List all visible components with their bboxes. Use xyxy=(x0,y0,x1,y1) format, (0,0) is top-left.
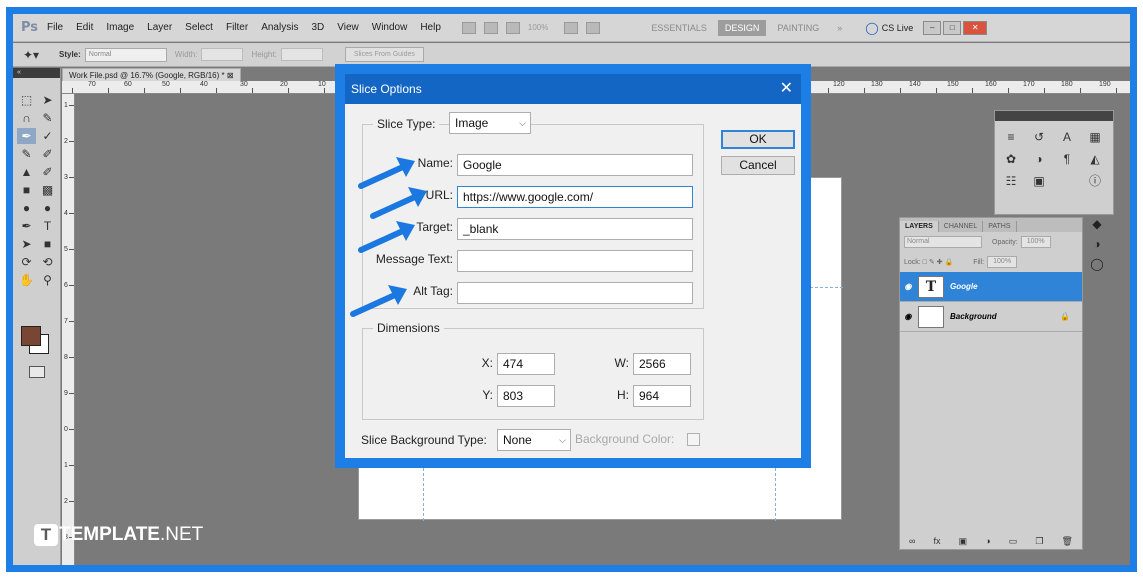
watermark-brand: TEMPLATE xyxy=(59,524,160,545)
templatenet-logo-icon: T xyxy=(34,524,58,546)
arrow-to-url-icon xyxy=(370,187,427,219)
arrow-to-target-icon xyxy=(358,221,415,253)
photoshop-window: Ps File Edit Image Layer Select Filter A… xyxy=(13,14,1130,565)
watermark-suffix: .NET xyxy=(159,524,204,545)
templatenet-watermark: T TEMPLATE .NET xyxy=(34,524,203,546)
annotation-arrows xyxy=(350,157,427,317)
arrow-to-name-icon xyxy=(358,157,415,189)
arrow-to-alt-tag-icon xyxy=(350,285,407,317)
